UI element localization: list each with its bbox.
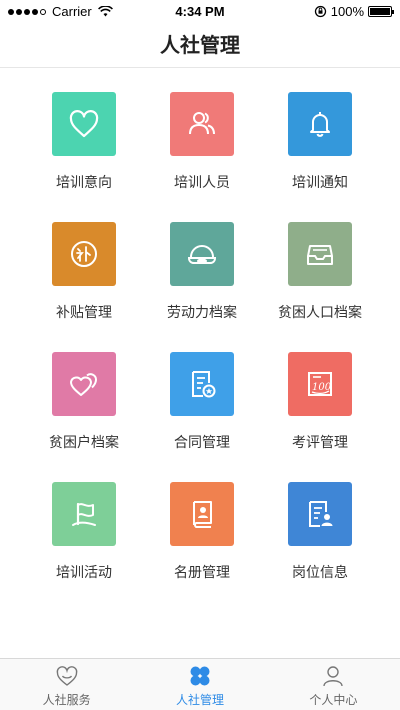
tile-label: 贫困户档案 — [49, 435, 119, 451]
tab-label: 人社管理 — [175, 693, 224, 707]
tile-contract-management[interactable]: 合同管理 — [143, 352, 261, 459]
tile-label: 培训通知 — [292, 175, 348, 191]
tile-roster-management[interactable]: 名册管理 — [143, 482, 261, 589]
flag-icon — [72, 502, 96, 526]
tile-label: 劳动力档案 — [167, 305, 237, 321]
tile-label: 培训活动 — [56, 565, 112, 581]
tile-icon-bg — [170, 222, 234, 286]
tile-icon-bg — [170, 352, 234, 416]
tile-subsidy-management[interactable]: 补贴管理 — [25, 222, 143, 329]
tile-label: 考评管理 — [292, 435, 348, 451]
tile-label: 培训人员 — [174, 175, 230, 191]
tab-hr-services[interactable]: 人社服务 — [0, 659, 133, 710]
navigation-bar: 人社管理 — [0, 22, 400, 68]
tile-icon-bg — [288, 482, 352, 546]
tab-label: 人社服务 — [42, 693, 91, 707]
feature-grid: 培训意向 培训人员 培训通知 补贴管理 劳动力档案 贫困人口档案 贫困户档案 合… — [0, 92, 400, 589]
tab-label: 个人中心 — [309, 693, 358, 707]
tile-job-information[interactable]: 岗位信息 — [261, 482, 379, 589]
heart-icon — [69, 110, 99, 138]
heart-outline-icon — [56, 666, 77, 686]
tile-label: 名册管理 — [174, 565, 230, 581]
tile-label: 培训意向 — [56, 175, 112, 191]
tab-personal-center[interactable]: 个人中心 — [267, 659, 400, 710]
tile-icon-bg — [170, 92, 234, 156]
tile-icon-bg: 100 — [288, 352, 352, 416]
tile-icon-bg — [52, 92, 116, 156]
tab-hr-management[interactable]: 人社管理 — [133, 659, 266, 710]
double-heart-icon — [70, 373, 98, 396]
tile-poor-household-archive[interactable]: 贫困户档案 — [25, 352, 143, 459]
tile-training-notice[interactable]: 培训通知 — [261, 92, 379, 199]
orientation-lock-icon — [314, 5, 326, 18]
page-title: 人社管理 — [160, 33, 240, 57]
tile-trainees[interactable]: 培训人员 — [143, 92, 261, 199]
tile-icon-bg — [288, 222, 352, 286]
tile-labor-archive[interactable]: 劳动力档案 — [143, 222, 261, 329]
job-card-icon — [309, 501, 333, 527]
tile-icon-bg — [170, 482, 234, 546]
tile-icon-bg — [52, 482, 116, 546]
tile-poverty-population-archive[interactable]: 贫困人口档案 — [261, 222, 379, 329]
clover-icon — [190, 666, 210, 686]
roster-book-icon — [193, 501, 212, 528]
archive-box-icon — [307, 245, 333, 265]
helmet-icon — [187, 245, 217, 264]
battery-percent: 100% — [330, 4, 364, 19]
tile-training-activity[interactable]: 培训活动 — [25, 482, 143, 589]
tile-label: 合同管理 — [174, 435, 230, 451]
bell-icon — [310, 112, 330, 137]
tile-icon-bg — [52, 222, 116, 286]
score-sheet-icon: 100 — [308, 372, 332, 396]
status-bar: Carrier 4:34 PM 100% — [0, 0, 400, 22]
contract-icon — [192, 371, 216, 398]
tile-training-intention[interactable]: 培训意向 — [25, 92, 143, 199]
tab-bar: 人社服务 人社管理 个人中心 — [0, 658, 400, 710]
tile-label: 贫困人口档案 — [278, 305, 362, 321]
status-right: 100% — [314, 4, 394, 19]
tile-label: 岗位信息 — [292, 565, 348, 581]
tile-icon-bg — [288, 92, 352, 156]
subsidy-icon — [71, 241, 97, 267]
battery-icon — [368, 6, 394, 17]
tile-icon-bg — [52, 352, 116, 416]
tile-evaluation-management[interactable]: 100 考评管理 — [261, 352, 379, 459]
people-icon — [189, 112, 215, 135]
person-icon — [323, 666, 344, 687]
tile-label: 补贴管理 — [56, 305, 112, 321]
